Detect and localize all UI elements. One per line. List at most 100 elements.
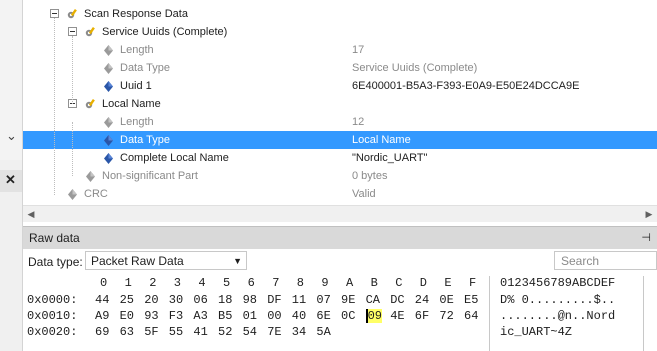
hex-offset: 0x0000: — [27, 293, 78, 307]
tree-row[interactable]: Data Type Local Name — [23, 131, 657, 149]
hex-byte[interactable]: 30 — [169, 293, 183, 307]
hex-byte[interactable]: 6E — [316, 309, 330, 323]
tree-row[interactable]: CRC Valid — [23, 185, 657, 203]
hex-column-header: B — [370, 276, 378, 290]
hex-offset: 0x0020: — [27, 325, 78, 339]
tree-row-label: Length — [120, 44, 154, 56]
hex-byte[interactable]: 24 — [415, 293, 429, 307]
hex-byte[interactable]: F3 — [169, 309, 183, 323]
tree-row-value: 6E400001-B5A3-F393-E0A9-E50E24DCCA9E — [352, 80, 580, 92]
hex-byte[interactable]: 44 — [95, 293, 109, 307]
tree-connector — [54, 18, 55, 195]
hex-column-header: C — [395, 276, 403, 290]
ascii-column-header: 0123456789ABCDEF — [500, 276, 616, 290]
tree-row-label: Non-significant Part — [102, 170, 198, 182]
scroll-right-icon[interactable]: ▶ — [641, 206, 657, 222]
hex-byte[interactable]: 25 — [120, 293, 134, 307]
tree-row-label: Length — [120, 116, 154, 128]
ascii-text: ic_UART~4Z — [500, 325, 573, 339]
hex-byte[interactable]: 40 — [292, 309, 306, 323]
field-dim-icon — [102, 62, 115, 75]
collapse-toggle-icon[interactable] — [68, 27, 77, 36]
tree-row-label: CRC — [84, 188, 108, 200]
hex-byte[interactable]: 4E — [390, 309, 404, 323]
tree-row-label: Uuid 1 — [120, 80, 152, 92]
data-type-select[interactable]: Packet Raw Data ▼ — [85, 251, 247, 270]
hex-byte[interactable]: 9E — [341, 293, 355, 307]
tree-connector — [72, 122, 73, 176]
field-icon — [102, 80, 115, 93]
field-dim-icon — [66, 188, 79, 201]
tree-row[interactable]: Non-significant Part 0 bytes — [23, 167, 657, 185]
hex-byte[interactable]: 41 — [193, 325, 207, 339]
field-icon — [102, 152, 115, 165]
tree-row[interactable]: Uuid 1 6E400001-B5A3-F393-E0A9-E50E24DCCA… — [23, 77, 657, 95]
hex-byte[interactable]: 93 — [144, 309, 158, 323]
hex-column-header: 2 — [149, 276, 157, 290]
tree-row[interactable]: Data Type Service Uuids (Complete) — [23, 59, 657, 77]
hex-byte[interactable]: DC — [390, 293, 404, 307]
hex-column-header: A — [346, 276, 354, 290]
hex-byte[interactable]: 34 — [292, 325, 306, 339]
hex-byte[interactable]: B5 — [218, 309, 232, 323]
hex-byte[interactable]: A9 — [95, 309, 109, 323]
hex-byte[interactable]: 07 — [316, 293, 330, 307]
tree-row[interactable]: Length 12 — [23, 113, 657, 131]
packet-tree[interactable]: Scan Response Data Service Uuids (Complet… — [23, 0, 657, 205]
hex-byte[interactable]: 06 — [193, 293, 207, 307]
hex-byte[interactable]: 7E — [267, 325, 281, 339]
horizontal-scrollbar[interactable]: ◀ ▶ — [23, 205, 657, 222]
tree-row[interactable]: Complete Local Name "Nordic_UART" — [23, 149, 657, 167]
data-type-label: Data type: — [28, 255, 83, 269]
hex-byte[interactable]: 52 — [218, 325, 232, 339]
ascii-text: D% 0.........$.. — [500, 293, 616, 307]
collapse-chevron-icon[interactable]: ⌄ — [6, 128, 17, 144]
search-input[interactable]: Search — [554, 251, 657, 270]
tree-row[interactable]: Scan Response Data — [23, 5, 657, 23]
data-type-value: Packet Raw Data — [91, 254, 184, 268]
hex-byte[interactable]: 6F — [415, 309, 429, 323]
close-icon[interactable]: ✕ — [5, 172, 16, 188]
hex-byte[interactable]: A3 — [193, 309, 207, 323]
hex-byte[interactable]: 18 — [218, 293, 232, 307]
scroll-left-icon[interactable]: ◀ — [23, 206, 39, 222]
hex-column-header: 9 — [321, 276, 329, 290]
hex-byte[interactable]: 0E — [439, 293, 453, 307]
hex-byte[interactable]: E5 — [464, 293, 478, 307]
tree-row-label: Scan Response Data — [84, 8, 188, 20]
collapse-toggle-icon[interactable] — [50, 9, 59, 18]
pin-icon[interactable]: ⊣ — [641, 231, 651, 244]
tree-row-label: Service Uuids (Complete) — [102, 26, 228, 38]
tree-row[interactable]: Local Name — [23, 95, 657, 113]
hex-byte[interactable]: 20 — [144, 293, 158, 307]
hex-byte[interactable]: 5F — [144, 325, 158, 339]
hex-byte[interactable]: 69 — [95, 325, 109, 339]
hex-column-header: D — [419, 276, 427, 290]
hex-byte[interactable]: E0 — [120, 309, 134, 323]
field-dim-icon — [102, 44, 115, 57]
tree-row-value: Local Name — [352, 134, 411, 146]
hex-column-header: F — [469, 276, 477, 290]
raw-data-title: Raw data — [29, 231, 80, 245]
hex-byte[interactable]: 63 — [120, 325, 134, 339]
hex-byte[interactable]: 09 — [365, 309, 382, 323]
hex-byte[interactable]: 5A — [316, 325, 330, 339]
hex-byte[interactable]: 01 — [243, 309, 257, 323]
hex-byte[interactable]: 54 — [243, 325, 257, 339]
hex-column-header: 1 — [124, 276, 132, 290]
search-placeholder: Search — [561, 254, 600, 268]
tree-row[interactable]: Service Uuids (Complete) — [23, 23, 657, 41]
hex-byte[interactable]: 00 — [267, 309, 281, 323]
hex-byte[interactable]: 55 — [169, 325, 183, 339]
gear-pencil-icon — [84, 98, 97, 111]
hex-byte[interactable]: 11 — [292, 293, 306, 307]
hex-byte[interactable]: 64 — [464, 309, 478, 323]
hex-ascii-divider — [489, 276, 490, 351]
hex-byte[interactable]: CA — [366, 293, 380, 307]
hex-byte[interactable]: 72 — [439, 309, 453, 323]
tree-row[interactable]: Length 17 — [23, 41, 657, 59]
hex-column-header: 5 — [223, 276, 231, 290]
hex-byte[interactable]: DF — [267, 293, 281, 307]
hex-byte[interactable]: 98 — [243, 293, 257, 307]
hex-byte[interactable]: 0C — [341, 309, 355, 323]
